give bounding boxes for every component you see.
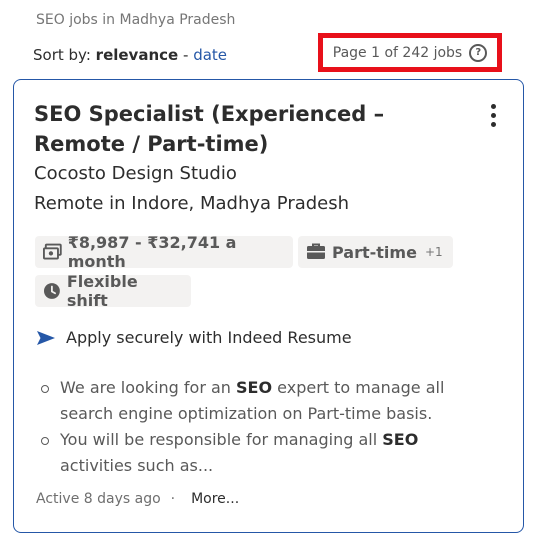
company-name: Cocosto Design Studio <box>34 163 237 184</box>
shift-text: Flexible shift <box>66 272 138 310</box>
job-type-more[interactable]: +1 <box>425 245 443 259</box>
job-card[interactable]: SEO Specialist (Experienced – Remote / P… <box>13 79 524 533</box>
snippet-item: We are looking for an SEO expert to mana… <box>34 375 474 427</box>
page-count: Page 1 of 242 jobs ? <box>318 33 502 72</box>
posted-date: Active 8 days ago <box>36 491 161 507</box>
more-link[interactable]: More... <box>191 491 239 507</box>
sort-prefix: Sort by: <box>33 46 91 64</box>
card-footer: Active 8 days ago · More... <box>36 491 239 507</box>
sort-relevance: relevance <box>95 46 179 64</box>
clock-icon <box>43 283 60 299</box>
breadcrumb: SEO jobs in Madhya Pradesh <box>36 12 236 28</box>
sort-by-date-link[interactable]: date <box>193 46 227 64</box>
job-location: Remote in Indore, Madhya Pradesh <box>34 193 350 214</box>
sort-bar: Sort by: relevance - date <box>33 46 227 64</box>
send-arrow-icon <box>37 330 55 345</box>
job-type-tag: Part-time +1 <box>298 236 453 268</box>
briefcase-icon <box>307 243 325 259</box>
shift-tag: Flexible shift <box>35 272 191 310</box>
money-icon <box>43 243 62 260</box>
job-title[interactable]: SEO Specialist (Experienced – Remote / P… <box>34 99 464 159</box>
more-options-icon[interactable] <box>491 104 497 127</box>
help-icon[interactable]: ? <box>469 43 488 62</box>
apply-note: Apply securely with Indeed Resume <box>36 328 352 347</box>
job-snippet: We are looking for an SEO expert to mana… <box>34 375 474 479</box>
page-count-label: Page 1 of 242 jobs <box>332 44 463 61</box>
apply-note-text: Apply securely with Indeed Resume <box>66 328 352 347</box>
job-type-text: Part-time <box>332 242 417 262</box>
sort-separator: - <box>182 46 189 64</box>
snippet-item: You will be responsible for managing all… <box>34 427 474 479</box>
footer-dot: · <box>170 491 176 507</box>
salary-tag: ₹8,987 - ₹32,741 a month <box>35 233 293 271</box>
salary-text: ₹8,987 - ₹32,741 a month <box>67 233 237 271</box>
